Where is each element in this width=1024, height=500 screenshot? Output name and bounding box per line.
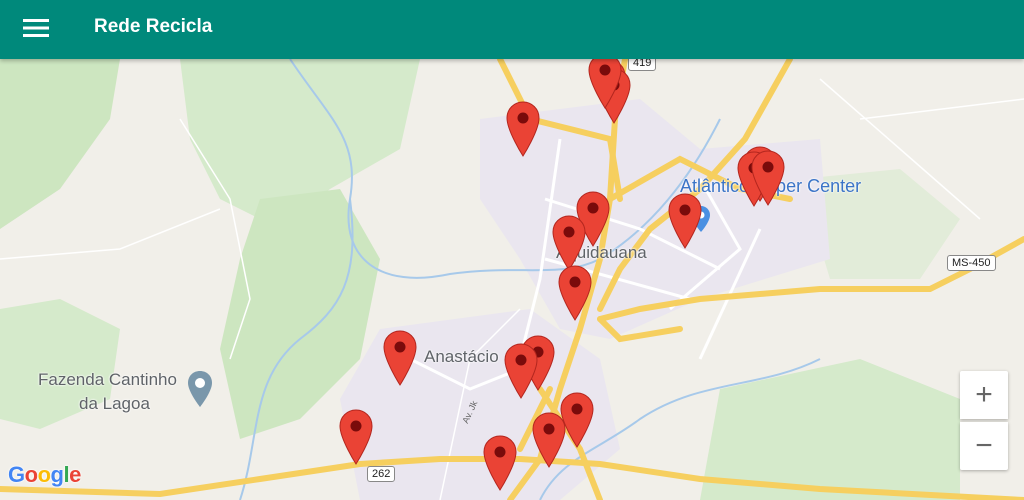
map-marker-icon xyxy=(339,409,373,465)
recycling-point-marker[interactable] xyxy=(532,412,566,468)
road-shield-419: 419 xyxy=(628,59,657,71)
road-shield-262: 262 xyxy=(367,466,396,482)
app-title: Rede Recicla xyxy=(94,16,213,37)
recycling-point-marker[interactable] xyxy=(588,59,622,109)
google-logo: Google xyxy=(8,462,81,487)
recycling-point-marker[interactable] xyxy=(504,343,538,399)
map-marker-icon xyxy=(504,343,538,399)
recycling-point-marker[interactable] xyxy=(506,101,540,157)
recycling-point-marker[interactable] xyxy=(483,435,517,491)
map-marker-icon xyxy=(588,59,622,109)
zoom-out-button[interactable]: − xyxy=(960,422,1008,470)
recycling-point-marker[interactable] xyxy=(751,150,785,206)
recycling-point-marker[interactable] xyxy=(668,193,702,249)
road-shield-ms450: MS-450 xyxy=(947,255,996,271)
location-pin-icon[interactable] xyxy=(187,371,213,407)
map-marker-icon xyxy=(552,215,586,271)
recycling-point-marker[interactable] xyxy=(339,409,373,465)
map-marker-icon xyxy=(532,412,566,468)
map-marker-icon xyxy=(668,193,702,249)
zoom-in-button[interactable]: + xyxy=(960,371,1008,419)
recycling-point-marker[interactable] xyxy=(552,215,586,271)
map-label-poi-line2: da Lagoa xyxy=(79,394,150,413)
map-label-district: Anastácio xyxy=(424,347,499,366)
map-marker-icon xyxy=(751,150,785,206)
app-bar: Rede Recicla xyxy=(0,0,1024,59)
menu-button[interactable] xyxy=(14,10,58,46)
map-marker-icon xyxy=(506,101,540,157)
map-marker-icon xyxy=(383,330,417,386)
recycling-point-marker[interactable] xyxy=(558,265,592,321)
map-view[interactable]: Aquidauana Anastácio Fazenda Cantinho da… xyxy=(0,59,1024,500)
recycling-point-marker[interactable] xyxy=(383,330,417,386)
hamburger-menu-icon xyxy=(23,19,49,37)
map-label-poi-line1: Fazenda Cantinho xyxy=(38,370,177,389)
map-marker-icon xyxy=(483,435,517,491)
map-marker-icon xyxy=(558,265,592,321)
